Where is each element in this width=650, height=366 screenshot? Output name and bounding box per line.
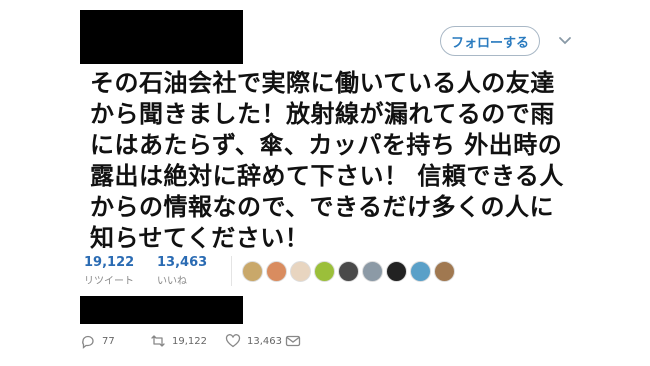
avatar-5[interactable] <box>338 261 359 282</box>
tweet-line: にはあたらず、傘、カッパを持ち 外出時の <box>90 131 563 159</box>
dm-icon <box>285 335 301 347</box>
retweet-stat[interactable]: 19,122 リツイート <box>84 255 134 287</box>
retweet-button[interactable]: 19,122 <box>150 333 225 349</box>
avatar-8[interactable] <box>410 261 431 282</box>
tweet-line: その石油会社で実際に働いている人の友達 <box>90 69 555 97</box>
tweet-line: から聞きました！放射線が漏れてるので雨 <box>90 100 555 128</box>
chevron-down-icon[interactable] <box>558 34 572 48</box>
like-count: 13,463 <box>157 255 208 270</box>
avatar-6[interactable] <box>362 261 383 282</box>
reply-icon <box>82 335 94 349</box>
redacted-user-info <box>80 10 243 64</box>
tweet-text: その石油会社で実際に働いている人の友達 から聞きました！放射線が漏れてるので雨 … <box>90 68 590 254</box>
dm-button[interactable] <box>285 333 301 349</box>
retweet-label: リツイート <box>84 276 134 287</box>
like-action-count: 13,463 <box>247 335 282 347</box>
avatar-2[interactable] <box>266 261 287 282</box>
reply-button[interactable]: 77 <box>80 333 150 349</box>
tweet-actions: 77 19,122 13,463 <box>80 333 301 349</box>
avatar-3[interactable] <box>290 261 311 282</box>
retweet-action-count: 19,122 <box>172 335 207 347</box>
avatar-9[interactable] <box>434 261 455 282</box>
retweet-icon <box>151 335 165 347</box>
redacted-timestamp <box>80 296 243 324</box>
retweet-count: 19,122 <box>84 255 135 270</box>
reply-count: 77 <box>102 335 115 347</box>
tweet-line: からの情報なので、できるだけ多くの人に <box>90 193 555 221</box>
avatar-4[interactable] <box>314 261 335 282</box>
like-icon <box>225 334 241 348</box>
avatar-1[interactable] <box>242 261 263 282</box>
follow-button[interactable]: フォローする <box>440 26 540 56</box>
tweet-line: 知らせてください！ <box>90 224 310 252</box>
like-button[interactable]: 13,463 <box>225 333 285 349</box>
tweet-line: 露出は絶対に辞めて下さい！ 信頼できる人 <box>90 162 564 190</box>
divider <box>231 256 232 286</box>
liker-avatars <box>242 261 455 282</box>
like-stat[interactable]: 13,463 いいね <box>157 255 207 287</box>
like-label: いいね <box>157 276 187 287</box>
avatar-7[interactable] <box>386 261 407 282</box>
